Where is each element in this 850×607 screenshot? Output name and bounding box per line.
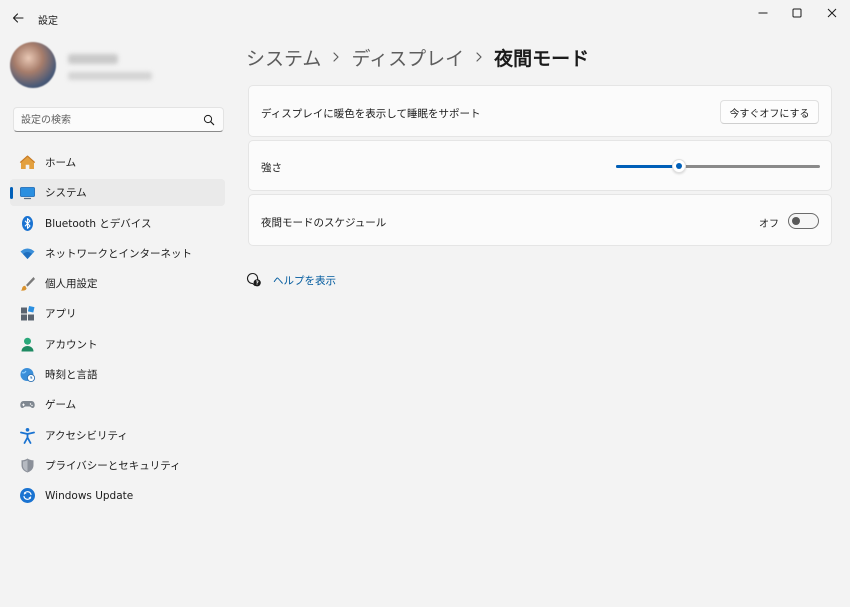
help-link[interactable]: ヘルプを表示 [273, 273, 336, 288]
sidebar-nav: ホーム システム Bluetooth とデバイス ネットワークとインターネット … [10, 149, 225, 513]
sidebar-item-label: プライバシーとセキュリティ [45, 459, 181, 472]
gamepad-icon [19, 396, 36, 413]
sidebar-item-bluetooth[interactable]: Bluetooth とデバイス [10, 210, 225, 237]
search-input[interactable] [21, 112, 201, 128]
chevron-right-icon [464, 52, 494, 62]
help-link-row[interactable]: ? ヘルプを表示 [246, 271, 336, 289]
windows-update-icon [19, 487, 36, 504]
sidebar-item-label: アクセシビリティ [45, 429, 128, 442]
sidebar-item-label: 時刻と言語 [45, 369, 98, 382]
chevron-right-icon [321, 52, 351, 62]
sidebar-item-network[interactable]: ネットワークとインターネット [10, 240, 225, 267]
sidebar-item-label: Windows Update [45, 489, 134, 502]
sidebar-item-personalization[interactable]: 個人用設定 [10, 270, 225, 297]
close-icon [827, 8, 837, 18]
sidebar: ホーム システム Bluetooth とデバイス ネットワークとインターネット … [0, 36, 236, 607]
svg-text:?: ? [256, 281, 259, 287]
sidebar-item-time-language[interactable]: 時刻と言語 [10, 361, 225, 388]
sidebar-item-privacy-security[interactable]: プライバシーとセキュリティ [10, 452, 225, 479]
night-light-status-card: ディスプレイに暖色を表示して睡眠をサポート 今すぐオフにする [248, 85, 832, 137]
sidebar-item-windows-update[interactable]: Windows Update [10, 482, 225, 509]
page-title: 夜間モード [494, 47, 590, 70]
sidebar-item-accounts[interactable]: アカウント [10, 331, 225, 358]
slider-fill [616, 165, 680, 168]
minimize-button[interactable] [746, 0, 780, 26]
toggle-knob [792, 217, 800, 225]
sidebar-item-apps[interactable]: アプリ [10, 300, 225, 327]
accessibility-icon [19, 427, 36, 444]
time-language-icon [19, 366, 36, 383]
minimize-icon [758, 12, 768, 14]
turn-off-now-button[interactable]: 今すぐオフにする [720, 100, 819, 124]
wifi-icon [19, 245, 36, 262]
system-icon [19, 184, 36, 201]
breadcrumb-system[interactable]: システム [246, 44, 321, 71]
arrow-left-icon [12, 13, 24, 23]
maximize-button[interactable] [780, 0, 814, 26]
search-box [13, 107, 224, 132]
sidebar-item-home[interactable]: ホーム [10, 149, 225, 176]
strength-card: 強さ [248, 140, 832, 191]
user-email-blurred [68, 72, 152, 80]
schedule-card: 夜間モードのスケジュール オフ [248, 194, 832, 246]
sidebar-item-label: ホーム [45, 157, 77, 169]
sidebar-item-label: 個人用設定 [45, 278, 98, 291]
close-button[interactable] [815, 0, 849, 26]
sidebar-item-label: Bluetooth とデバイス [45, 217, 152, 230]
brush-icon [19, 275, 36, 292]
sidebar-item-accessibility[interactable]: アクセシビリティ [10, 422, 225, 449]
sidebar-item-system[interactable]: システム [10, 179, 225, 207]
account-icon [19, 336, 36, 353]
avatar [10, 42, 56, 88]
strength-label: 強さ [261, 162, 282, 174]
user-name-blurred [68, 54, 118, 64]
strength-slider[interactable] [616, 159, 820, 173]
maximize-icon [792, 8, 802, 18]
sidebar-item-label: ゲーム [45, 399, 77, 412]
breadcrumb-display[interactable]: ディスプレイ [351, 44, 464, 71]
apps-icon [19, 305, 36, 322]
sidebar-item-label: システム [45, 187, 87, 200]
help-chat-icon: ? [246, 272, 262, 288]
breadcrumb: システム ディスプレイ 夜間モード [246, 42, 589, 72]
home-icon [19, 154, 36, 171]
search-icon[interactable] [203, 114, 215, 126]
slider-thumb[interactable] [672, 159, 687, 173]
sidebar-item-gaming[interactable]: ゲーム [10, 391, 225, 418]
back-button[interactable] [8, 8, 28, 28]
bluetooth-icon [19, 215, 36, 232]
app-title: 設定 [38, 16, 58, 27]
sidebar-item-label: アカウント [45, 338, 98, 351]
sidebar-item-label: アプリ [45, 308, 77, 321]
schedule-toggle[interactable] [788, 213, 819, 229]
sidebar-item-label: ネットワークとインターネット [45, 247, 192, 260]
night-light-status-label: ディスプレイに暖色を表示して睡眠をサポート [261, 108, 481, 120]
shield-icon [19, 457, 36, 474]
schedule-label: 夜間モードのスケジュール [261, 217, 387, 229]
user-profile[interactable] [10, 42, 230, 92]
title-bar: 設定 [0, 0, 850, 36]
toggle-state-label: オフ [759, 219, 779, 230]
